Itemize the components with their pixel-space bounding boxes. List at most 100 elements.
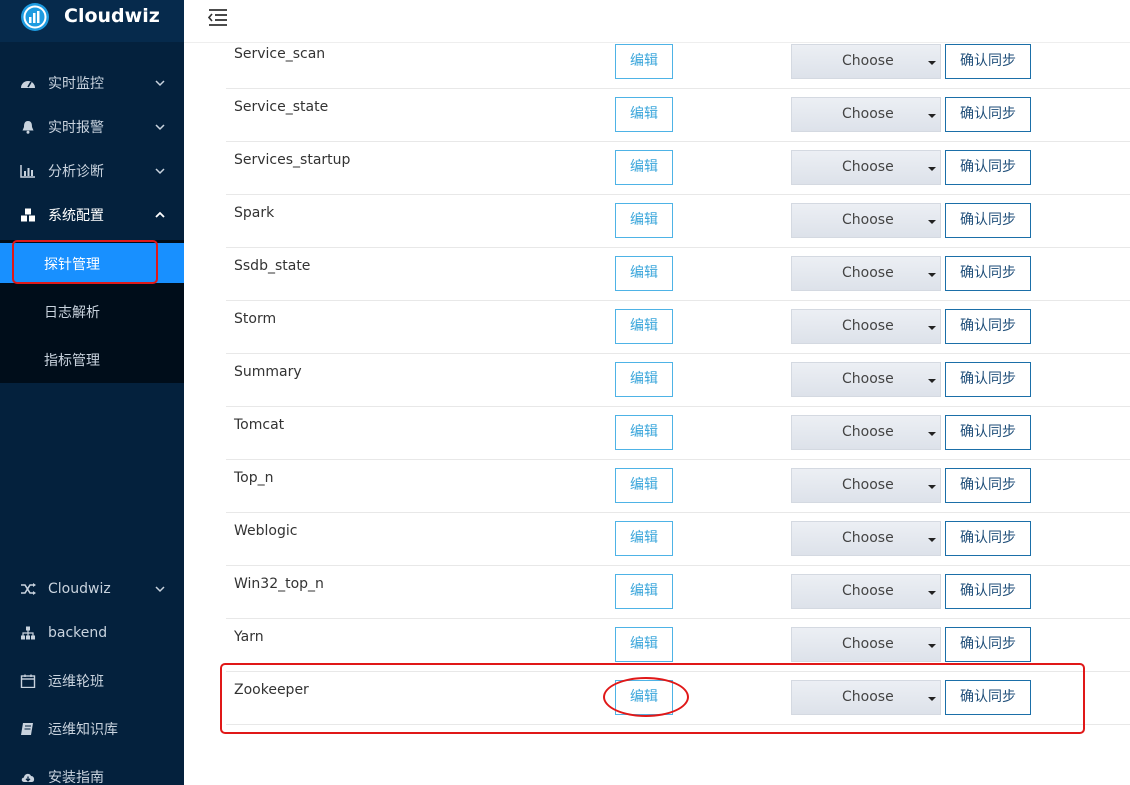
select-label: Choose [842,530,894,546]
table-row: Ssdb_state 编辑 Choose 确认同步 [226,248,1130,301]
version-select[interactable]: Choose [791,362,941,397]
version-select[interactable]: Choose [791,468,941,503]
chevron-up-icon [155,211,165,218]
cubes-icon [21,208,35,222]
probe-table: Service_scan 编辑 Choose 确认同步 Service_stat… [226,36,1130,736]
menu-collapse-icon[interactable] [208,8,228,26]
chevron-down-icon [155,168,165,175]
edit-button[interactable]: 编辑 [615,521,673,556]
caret-down-icon [928,167,936,171]
version-select[interactable]: Choose [791,627,941,662]
edit-button[interactable]: 编辑 [615,309,673,344]
sidebar-item-label: 分析诊断 [48,164,104,180]
sidebar-item-backend[interactable]: backend [0,611,184,655]
version-select[interactable]: Choose [791,203,941,238]
sidebar-item-realtime-monitor[interactable]: 实时监控 [0,61,184,105]
confirm-sync-button[interactable]: 确认同步 [945,44,1031,79]
select-label: Choose [842,371,894,387]
table-row: Service_state 编辑 Choose 确认同步 [226,89,1130,142]
sidebar-subitem-log-parsing[interactable]: 日志解析 [0,291,184,331]
chevron-down-icon [155,124,165,131]
table-row: Tomcat 编辑 Choose 确认同步 [226,407,1130,460]
sidebar-item-realtime-alarm[interactable]: 实时报警 [0,105,184,149]
confirm-sync-button[interactable]: 确认同步 [945,574,1031,609]
edit-button[interactable]: 编辑 [615,627,673,662]
probe-name: Spark [234,205,275,221]
edit-button[interactable]: 编辑 [615,362,673,397]
chevron-down-icon [155,80,165,87]
select-label: Choose [842,53,894,69]
edit-button[interactable]: 编辑 [615,150,673,185]
version-select[interactable]: Choose [791,415,941,450]
caret-down-icon [928,485,936,489]
version-select[interactable]: Choose [791,256,941,291]
version-select[interactable]: Choose [791,44,941,79]
table-row: Services_startup 编辑 Choose 确认同步 [226,142,1130,195]
caret-down-icon [928,644,936,648]
confirm-sync-button[interactable]: 确认同步 [945,415,1031,450]
sidebar-item-ops-shift[interactable]: 运维轮班 [0,659,184,703]
confirm-sync-button[interactable]: 确认同步 [945,203,1031,238]
sidebar-item-label: 实时监控 [48,76,104,92]
edit-button[interactable]: 编辑 [615,97,673,132]
version-select[interactable]: Choose [791,309,941,344]
calendar-icon [20,674,36,688]
probe-name: Storm [234,311,277,327]
sidebar-item-label: Cloudwiz [48,581,111,597]
sidebar: Cloudwiz 实时监控 实时报警 分析诊断 系统配置 探针管理 日志解析 指… [0,0,184,785]
table-row: Summary 编辑 Choose 确认同步 [226,354,1130,407]
edit-button[interactable]: 编辑 [615,256,673,291]
sidebar-item-label: 安装指南 [48,770,104,785]
select-label: Choose [842,159,894,175]
caret-down-icon [928,326,936,330]
confirm-sync-button[interactable]: 确认同步 [945,627,1031,662]
confirm-sync-button[interactable]: 确认同步 [945,362,1031,397]
table-row: Win32_top_n 编辑 Choose 确认同步 [226,566,1130,619]
confirm-sync-button[interactable]: 确认同步 [945,309,1031,344]
edit-button[interactable]: 编辑 [615,203,673,238]
probe-name: Yarn [234,629,264,645]
sidebar-item-cloudwiz[interactable]: Cloudwiz [0,567,184,611]
confirm-sync-button[interactable]: 确认同步 [945,150,1031,185]
shuffle-icon [21,583,36,595]
sidebar-item-ops-knowledge-base[interactable]: 运维知识库 [0,707,184,751]
book-icon [21,723,33,735]
edit-button[interactable]: 编辑 [615,44,673,79]
confirm-sync-button[interactable]: 确认同步 [945,97,1031,132]
dashboard-icon [21,81,35,88]
sidebar-subitem-metric-management[interactable]: 指标管理 [0,339,184,379]
edit-button[interactable]: 编辑 [615,574,673,609]
caret-down-icon [928,538,936,542]
edit-button[interactable]: 编辑 [615,468,673,503]
confirm-sync-button[interactable]: 确认同步 [945,256,1031,291]
probe-name: Service_state [234,99,329,115]
sitemap-icon [21,626,35,640]
version-select[interactable]: Choose [791,521,941,556]
confirm-sync-button[interactable]: 确认同步 [945,468,1031,503]
cloudwiz-logo-icon [21,3,49,31]
sidebar-item-label: 系统配置 [48,208,104,224]
confirm-sync-button[interactable]: 确认同步 [945,521,1031,556]
bar-chart-icon [20,165,35,178]
sidebar-item-system-config[interactable]: 系统配置 [0,193,184,237]
version-select[interactable]: Choose [791,574,941,609]
select-label: Choose [842,636,894,652]
table-row: Top_n 编辑 Choose 确认同步 [226,460,1130,513]
select-label: Choose [842,212,894,228]
table-row: Spark 编辑 Choose 确认同步 [226,195,1130,248]
cloud-download-icon [21,773,35,782]
sidebar-item-label: 实时报警 [48,120,104,136]
sidebar-subitem-label: 日志解析 [44,305,100,321]
edit-button[interactable]: 编辑 [615,415,673,450]
version-select[interactable]: Choose [791,97,941,132]
select-label: Choose [842,106,894,122]
highlight-annotation [12,240,158,284]
sidebar-item-label: 运维知识库 [48,722,118,738]
sidebar-item-analysis[interactable]: 分析诊断 [0,149,184,193]
sidebar-item-install-guide[interactable]: 安装指南 [0,755,184,785]
probe-name: Services_startup [234,152,351,168]
version-select[interactable]: Choose [791,150,941,185]
caret-down-icon [928,61,936,65]
sidebar-item-label: 运维轮班 [48,674,104,690]
sidebar-subitem-label: 指标管理 [44,353,100,369]
